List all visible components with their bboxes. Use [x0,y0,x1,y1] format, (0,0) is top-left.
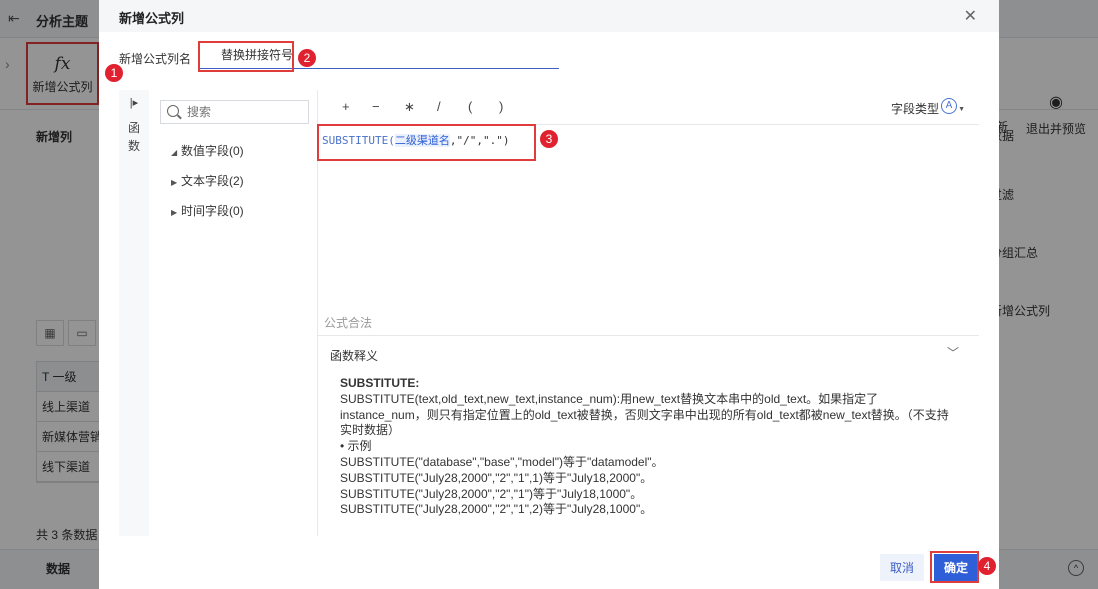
dialog-title: 新增公式列 [119,11,185,26]
step-badge-2: 2 [298,49,316,67]
close-icon[interactable]: ✕ [964,6,977,26]
function-description-body: SUBSTITUTE: SUBSTITUTE(text,old_text,new… [340,376,952,518]
column-name-input[interactable] [199,41,559,69]
caret-down-icon: ▼ [958,106,965,113]
left-paren-operator[interactable]: ( [468,99,472,114]
field-type-icon[interactable]: A [941,98,957,114]
column-name-label: 新增公式列名 [119,52,192,66]
example-line: SUBSTITUTE("database","base","model")等于"… [340,454,664,469]
example-line: SUBSTITUTE("July28,2000","2","1")等于"July… [340,486,643,501]
divide-operator[interactable]: / [437,99,441,114]
cancel-button[interactable]: 取消 [880,554,924,581]
minus-operator[interactable]: − [372,99,380,114]
function-description-header[interactable]: 函数释义 ﹀ [318,335,979,369]
field-search[interactable] [160,100,309,124]
function-description-title: 函数释义 [330,349,379,363]
step-badge-1: 1 [105,64,123,82]
tree-item-time[interactable]: ▶ 时间字段(0) [171,202,244,219]
confirm-button[interactable]: 确定 [934,554,978,581]
search-icon [167,105,179,117]
function-panel-toggle[interactable]: |▸ 函数 [119,90,149,536]
right-paren-operator[interactable]: ) [499,99,503,114]
caret-down-icon: ◢ [171,148,178,157]
function-name: SUBSTITUTE: [340,376,420,390]
example-line: SUBSTITUTE("July28,2000","2","1",1)等于"Ju… [340,470,653,485]
formula-valid-status: 公式合法 [324,316,373,330]
add-formula-column-dialog: 新增公式列 ✕ 新增公式列名 |▸ 函数 ◢数值字段(0) ▶文本字段(2) ▶… [99,0,999,589]
operator-bar: + − ∗ / ( ) 字段类型 A ▼ [318,90,979,125]
formula-text[interactable]: SUBSTITUTE(二级渠道名,"/",".") [322,132,509,148]
caret-right-icon: ▶ [171,178,178,187]
caret-right-icon: ▶ [171,208,178,217]
tree-item-numeric[interactable]: ◢ 数值字段(0) [171,142,244,159]
column-name-row: 新增公式列名 [119,41,559,69]
function-syntax: SUBSTITUTE(text,old_text,new_text,instan… [340,391,949,438]
example-line: SUBSTITUTE("July28,2000","2","1",2)等于"Ju… [340,502,653,517]
field-search-input[interactable] [187,103,297,121]
multiply-operator[interactable]: ∗ [404,99,415,115]
field-panel: ◢数值字段(0) ▶文本字段(2) ▶时间字段(0) [149,90,318,536]
field-reference: 二级渠道名 [394,134,450,147]
expand-arrow-icon: |▸ [129,97,139,109]
formula-editor: + − ∗ / ( ) 字段类型 A ▼ SUBSTITUTE(二级渠道名,"/… [318,90,979,536]
tree-item-text[interactable]: ▶ 文本字段(2) [171,172,244,189]
step-badge-3: 3 [540,130,558,148]
step-badge-4: 4 [978,557,996,575]
plus-operator[interactable]: + [342,99,350,114]
field-type-label[interactable]: 字段类型 [891,100,939,117]
function-label: 函数 [128,121,141,153]
example-heading: • 示例 [340,439,372,454]
chevron-down-icon[interactable]: ﹀ [947,344,959,361]
dialog-header: 新增公式列 ✕ [99,0,999,32]
